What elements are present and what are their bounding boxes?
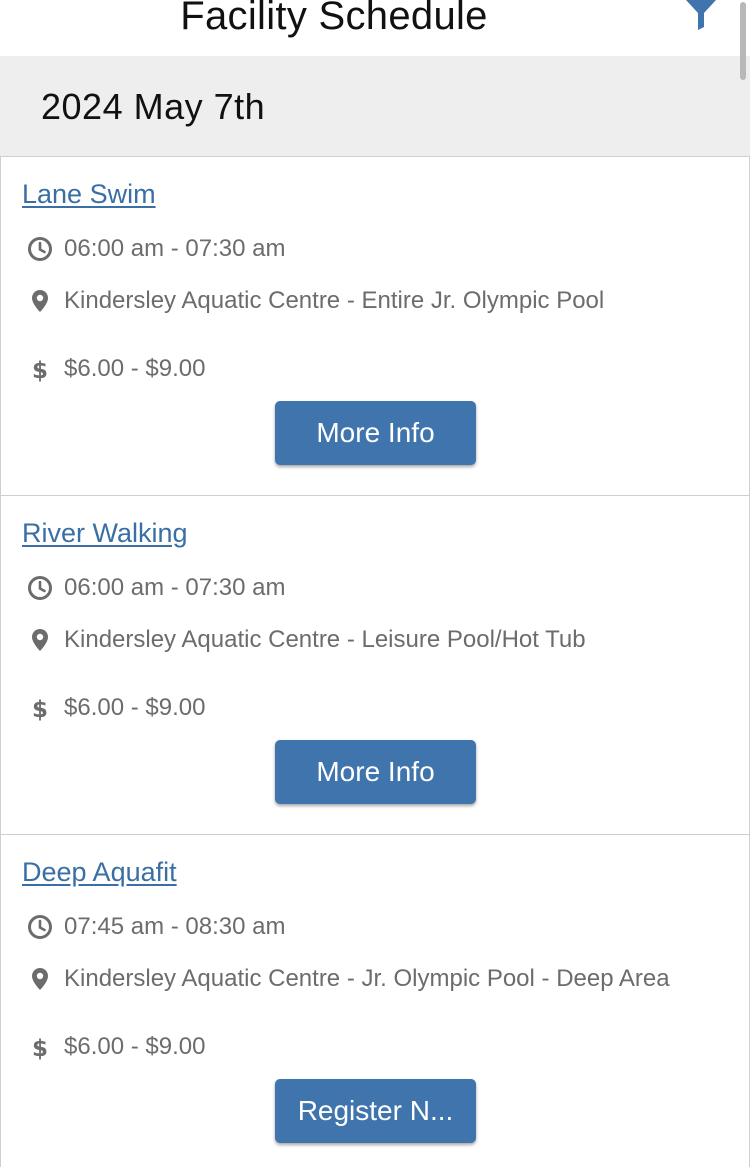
- register-now-button[interactable]: Register N...: [275, 1079, 476, 1143]
- time-range: 07:45 am - 08:30 am: [64, 913, 286, 940]
- schedule-date: 2024 May 7th: [41, 86, 266, 127]
- activity-title-link[interactable]: Lane Swim: [22, 179, 156, 210]
- svg-text:$: $: [32, 1036, 48, 1060]
- price-row: $ $6.00 - $9.00: [27, 354, 205, 384]
- map-pin-icon: [27, 627, 53, 653]
- price-row: $ $6.00 - $9.00: [27, 1032, 205, 1062]
- clock-icon: [27, 914, 53, 940]
- location-text: Kindersley Aquatic Centre - Jr. Olympic …: [64, 965, 670, 992]
- schedule-card: River Walking 06:00 am - 07:30 am Kinder…: [1, 495, 749, 834]
- svg-text:$: $: [32, 697, 48, 721]
- date-bar: 2024 May 7th: [0, 56, 750, 156]
- dollar-icon: $: [27, 695, 53, 721]
- map-pin-icon: [27, 966, 53, 992]
- schedule-list: Lane Swim 06:00 am - 07:30 am Kindersley…: [0, 156, 750, 1167]
- schedule-card: Deep Aquafit 07:45 am - 08:30 am Kinders…: [1, 834, 749, 1167]
- map-pin-icon: [27, 288, 53, 314]
- dollar-icon: $: [27, 1034, 53, 1060]
- more-info-button[interactable]: More Info: [275, 740, 476, 804]
- header: Facility Schedule: [0, 0, 750, 56]
- activity-title-link[interactable]: River Walking: [22, 518, 188, 549]
- time-row: 06:00 am - 07:30 am: [27, 234, 285, 264]
- svg-text:$: $: [32, 358, 48, 382]
- activity-title-link[interactable]: Deep Aquafit: [22, 857, 177, 888]
- time-range: 06:00 am - 07:30 am: [64, 574, 286, 601]
- price-text: $6.00 - $9.00: [64, 1033, 206, 1060]
- price-text: $6.00 - $9.00: [64, 355, 206, 382]
- location-row: Kindersley Aquatic Centre - Jr. Olympic …: [27, 964, 670, 994]
- price-row: $ $6.00 - $9.00: [27, 693, 205, 723]
- location-text: Kindersley Aquatic Centre - Leisure Pool…: [64, 626, 586, 653]
- more-info-button[interactable]: More Info: [275, 401, 476, 465]
- scrollbar-thumb[interactable]: [740, 2, 746, 80]
- location-text: Kindersley Aquatic Centre - Entire Jr. O…: [64, 287, 605, 314]
- time-row: 06:00 am - 07:30 am: [27, 573, 285, 603]
- filter-icon: [686, 0, 716, 30]
- location-row: Kindersley Aquatic Centre - Leisure Pool…: [27, 625, 586, 655]
- schedule-card: Lane Swim 06:00 am - 07:30 am Kindersley…: [1, 156, 749, 495]
- facility-schedule-page: Facility Schedule 2024 May 7th Lane Swim…: [0, 0, 750, 1167]
- page-title: Facility Schedule: [180, 0, 488, 38]
- scrollbar[interactable]: [736, 0, 750, 1167]
- time-row: 07:45 am - 08:30 am: [27, 912, 285, 942]
- filter-button[interactable]: [684, 0, 718, 30]
- location-row: Kindersley Aquatic Centre - Entire Jr. O…: [27, 286, 604, 316]
- clock-icon: [27, 575, 53, 601]
- time-range: 06:00 am - 07:30 am: [64, 235, 286, 262]
- price-text: $6.00 - $9.00: [64, 694, 206, 721]
- clock-icon: [27, 236, 53, 262]
- dollar-icon: $: [27, 356, 53, 382]
